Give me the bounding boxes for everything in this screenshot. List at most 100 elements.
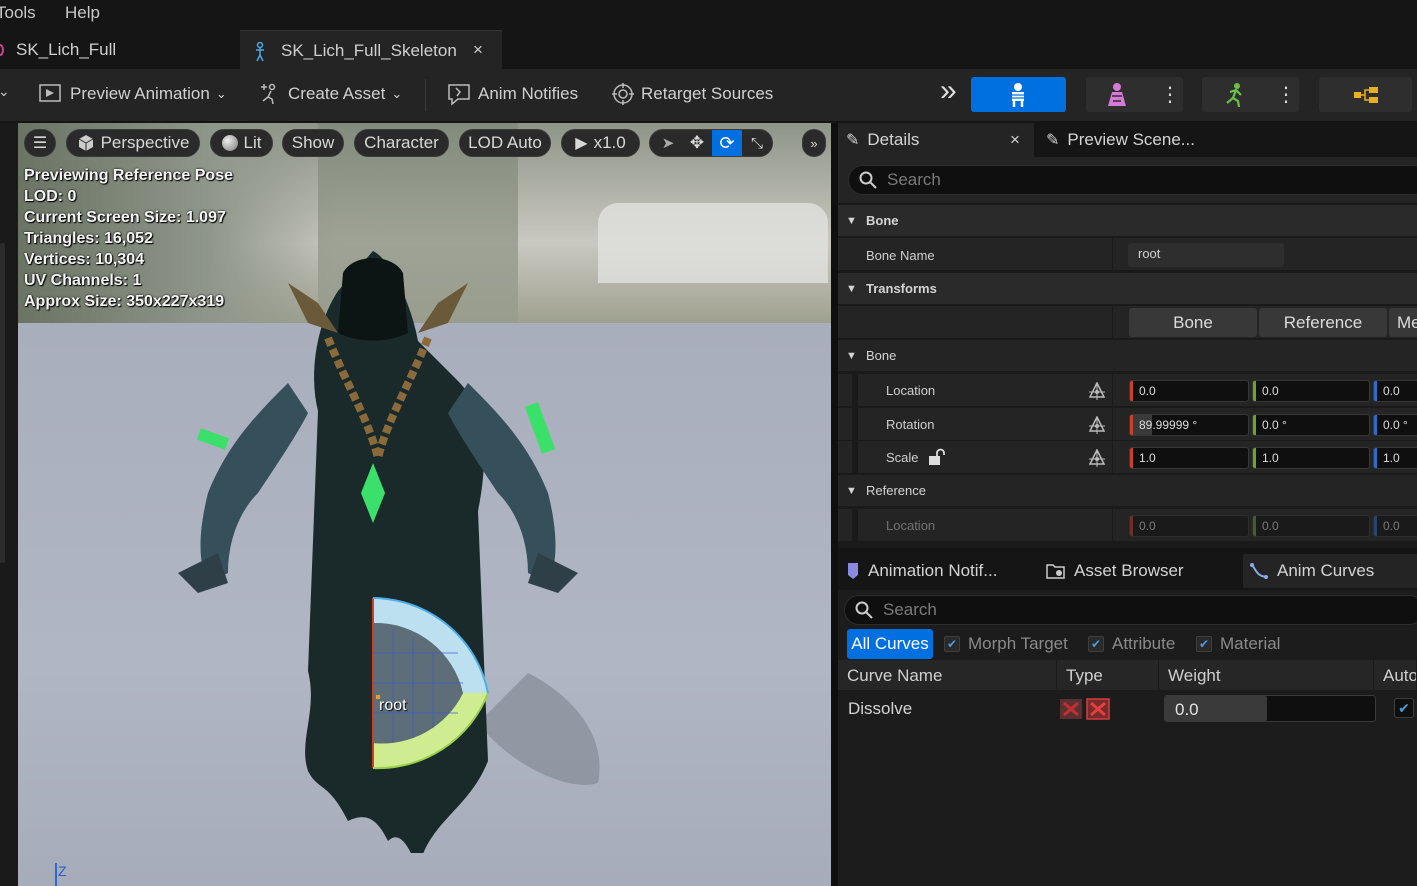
lod-label: LOD Auto bbox=[468, 133, 542, 152]
skeleton-mode-button[interactable] bbox=[971, 77, 1066, 112]
scale-y-field[interactable]: 1.0 bbox=[1252, 447, 1370, 469]
scale-x-field[interactable]: 1.0 bbox=[1129, 447, 1249, 469]
location-z-field[interactable]: 0.0 bbox=[1373, 380, 1417, 402]
curve-row[interactable]: Dissolve 0.0 ✔ bbox=[838, 691, 1417, 725]
create-asset-button[interactable]: Create Asset ⌄ bbox=[258, 81, 402, 107]
mesh-icon bbox=[0, 44, 4, 56]
more-options-icon[interactable]: ⋮ bbox=[1160, 82, 1180, 107]
subcategory-bone[interactable]: ▼ Bone bbox=[838, 340, 1417, 372]
tab-asset-browser[interactable]: Asset Browser bbox=[1046, 554, 1241, 588]
anim-notifies-button[interactable]: Anim Notifies bbox=[446, 81, 578, 107]
move-icon[interactable]: ✥ bbox=[682, 133, 712, 153]
blueprint-mode-button[interactable] bbox=[1319, 77, 1412, 112]
filter-material[interactable]: ✔ Material bbox=[1196, 629, 1280, 659]
preview-animation-icon bbox=[39, 84, 61, 102]
column-divider bbox=[1112, 509, 1113, 541]
preview-viewport[interactable]: root Z ☰ Perspective Lit Show Character … bbox=[18, 123, 831, 886]
asset-browser-icon bbox=[1046, 564, 1065, 579]
character-label: Character bbox=[364, 133, 439, 152]
toolbar-overflow-icon[interactable]: » bbox=[940, 74, 957, 108]
location-x-field[interactable]: 0.0 bbox=[1129, 380, 1249, 402]
lit-button[interactable]: Lit bbox=[210, 129, 273, 157]
character-button[interactable]: Character bbox=[354, 129, 449, 157]
tab-sk-lich-full-skeleton[interactable]: SK_Lich_Full_Skeleton × bbox=[240, 30, 502, 69]
viewport-menu-button[interactable]: ☰ bbox=[24, 129, 56, 157]
tab-details[interactable]: ✎ Details × bbox=[838, 123, 1034, 157]
transform-space-icon[interactable] bbox=[1088, 416, 1106, 434]
column-divider bbox=[1112, 306, 1113, 338]
morph-target-label: Morph Target bbox=[968, 634, 1068, 653]
tab-preview-scene[interactable]: ✎ Preview Scene... bbox=[1046, 123, 1246, 157]
subcategory-reference[interactable]: ▼ Reference bbox=[838, 475, 1417, 507]
menu-tools[interactable]: Tools bbox=[0, 3, 36, 23]
rotation-y-field[interactable]: 0.0 ° bbox=[1252, 414, 1370, 436]
hamburger-menu-icon: ☰ bbox=[32, 135, 48, 152]
panel-scrollbar[interactable] bbox=[0, 243, 5, 563]
chevron-down-icon: ▼ bbox=[846, 282, 857, 295]
stat-uv-channels: UV Channels: 1 bbox=[24, 272, 142, 289]
lit-label: Lit bbox=[243, 133, 262, 152]
running-figure-icon bbox=[1226, 83, 1242, 108]
filter-all-curves[interactable]: All Curves bbox=[847, 629, 933, 659]
retarget-sources-button[interactable]: Retarget Sources bbox=[611, 81, 773, 107]
tab-label: SK_Lich_Full_Skeleton bbox=[281, 41, 457, 60]
transform-space-icon[interactable] bbox=[1088, 382, 1106, 400]
filter-morph-target[interactable]: ✔ Morph Target bbox=[944, 629, 1068, 659]
anim-notifies-label: Anim Notifies bbox=[478, 84, 579, 103]
select-arrow-icon[interactable]: ➤ bbox=[654, 134, 682, 152]
rotate-icon[interactable]: ⟳ bbox=[712, 130, 742, 156]
transform-mesh-button[interactable]: Me bbox=[1389, 308, 1417, 337]
pencil-icon: ✎ bbox=[1046, 132, 1060, 149]
chevron-right-icon: » bbox=[810, 135, 818, 151]
rotation-z-field[interactable]: 0.0 ° bbox=[1373, 414, 1417, 436]
weight-field[interactable]: 0.0 bbox=[1164, 695, 1376, 722]
close-tab-icon[interactable]: × bbox=[473, 40, 483, 60]
tab-sk-lich-full[interactable]: SK_Lich_Full bbox=[0, 30, 238, 69]
details-search-input[interactable]: Search bbox=[848, 165, 1417, 195]
scale-icon[interactable]: ⤡ bbox=[742, 135, 772, 152]
lod-button[interactable]: LOD Auto bbox=[459, 129, 551, 157]
chevron-down-icon: ▼ bbox=[846, 484, 857, 497]
reference-location-x-field: 0.0 bbox=[1129, 515, 1249, 537]
playback-speed-button[interactable]: ▶ x1.0 bbox=[561, 129, 640, 157]
bone-rotation-gizmo bbox=[372, 597, 489, 770]
tab-animation-notifies[interactable]: Animation Notif... bbox=[846, 554, 1041, 588]
filter-attribute[interactable]: ✔ Attribute bbox=[1088, 629, 1175, 659]
bone-name-field[interactable]: root bbox=[1128, 243, 1284, 267]
transform-reference-button[interactable]: Reference bbox=[1259, 308, 1387, 337]
column-auto[interactable]: Auto bbox=[1374, 660, 1417, 690]
column-type[interactable]: Type bbox=[1057, 660, 1159, 690]
unlock-icon[interactable] bbox=[927, 448, 945, 466]
mesh-mode-button[interactable]: ⋮ bbox=[1086, 77, 1183, 112]
category-transforms[interactable]: ▼ Transforms bbox=[838, 273, 1417, 305]
auto-checkbox[interactable]: ✔ bbox=[1394, 698, 1414, 718]
curve-name: Dissolve bbox=[848, 699, 913, 718]
retarget-sources-label: Retarget Sources bbox=[641, 84, 774, 103]
category-bone[interactable]: ▼ Bone bbox=[838, 205, 1417, 237]
menu-help[interactable]: Help bbox=[65, 3, 100, 23]
panel-splitter[interactable] bbox=[831, 123, 838, 886]
location-y-field[interactable]: 0.0 bbox=[1252, 380, 1370, 402]
stat-screen-size: Current Screen Size: 1.097 bbox=[24, 209, 226, 226]
perspective-button[interactable]: Perspective bbox=[66, 129, 200, 157]
preview-animation-button[interactable]: Preview Animation ⌄ bbox=[38, 81, 227, 107]
bone-location-row: Location 0.0 0.0 0.0 bbox=[838, 374, 1417, 407]
column-curve-name[interactable]: Curve Name bbox=[838, 660, 1057, 690]
curves-search-input[interactable]: Search bbox=[844, 595, 1417, 625]
show-button[interactable]: Show bbox=[282, 129, 344, 157]
rotation-x-field[interactable]: 89.99999 ° bbox=[1129, 414, 1249, 436]
viewport-overflow-button[interactable]: » bbox=[802, 129, 826, 157]
chevron-down-icon[interactable]: ⌄ bbox=[0, 83, 10, 100]
anim-curves-panel: Animation Notif... Asset Browser Anim Cu… bbox=[838, 552, 1417, 886]
column-weight[interactable]: Weight bbox=[1159, 660, 1374, 690]
create-asset-label: Create Asset bbox=[288, 84, 386, 103]
more-options-icon[interactable]: ⋮ bbox=[1276, 82, 1296, 107]
material-type-icon bbox=[1086, 698, 1110, 720]
animation-mode-button[interactable]: ⋮ bbox=[1202, 77, 1299, 112]
transform-bone-button[interactable]: Bone bbox=[1129, 308, 1257, 337]
close-tab-icon[interactable]: × bbox=[1010, 130, 1020, 150]
reference-location-z-field: 0.0 bbox=[1373, 515, 1417, 537]
scale-z-field[interactable]: 1.0 bbox=[1373, 447, 1417, 469]
transform-space-icon[interactable] bbox=[1088, 449, 1106, 467]
tab-anim-curves[interactable]: Anim Curves bbox=[1243, 554, 1417, 588]
